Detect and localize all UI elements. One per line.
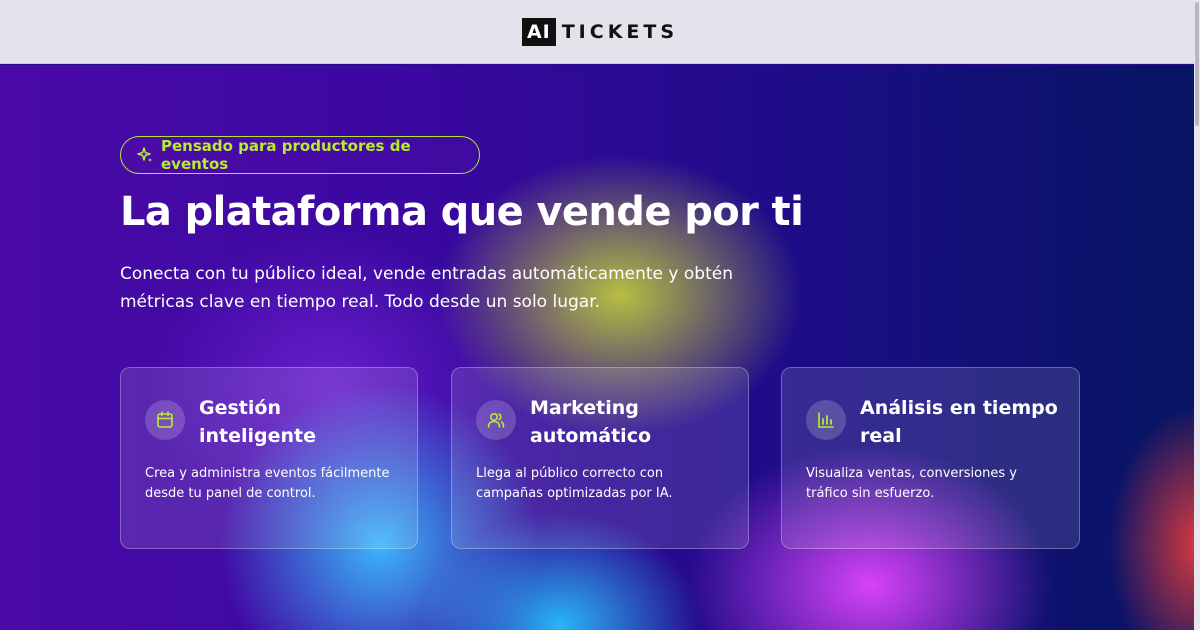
logo-mark: AI [521,17,556,46]
feature-title: Gestión inteligente [199,397,317,447]
scrollbar-thumb[interactable] [1195,2,1199,126]
hero-subtitle: Conecta con tu público ideal, vende entr… [120,264,733,312]
logo-wordmark: TICKETS [561,20,679,43]
users-icon [487,412,505,428]
feature-card-management: Gestión inteligente Crea y administra ev… [120,367,418,549]
brand-logo[interactable]: AI TICKETS [521,17,679,46]
feature-icon-wrap [476,400,516,440]
feature-card-analytics: Análisis en tiempo real Visualiza ventas… [781,367,1080,549]
calendar-icon [157,411,173,428]
feature-description: Llega al público correcto con campañas o… [476,466,673,501]
feature-description: Crea y administra eventos fácilmente des… [145,466,390,501]
feature-title: Análisis en tiempo real [860,397,1058,447]
feature-icon-wrap [806,400,846,440]
page-title: La plataforma que vende por ti [120,189,804,235]
badge-label: Pensado para productores de eventos [161,137,411,173]
top-nav-bar: AI TICKETS [0,0,1200,64]
sparkles-icon [137,147,152,162]
feature-description: Visualiza ventas, conversiones y tráfico… [806,466,1017,501]
audience-badge: Pensado para productores de eventos [120,136,480,174]
feature-icon-wrap [145,400,185,440]
feature-card-marketing: Marketing automático Llega al público co… [451,367,749,549]
hero-section: Pensado para productores de eventos La p… [0,65,1194,630]
scrollbar[interactable] [1194,0,1200,630]
bar-chart-icon [818,412,834,428]
feature-title: Marketing automático [530,397,652,447]
